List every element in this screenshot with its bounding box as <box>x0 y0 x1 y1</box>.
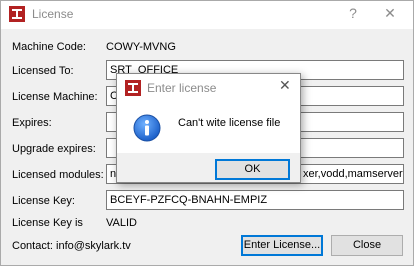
licensed-modules-label: Licensed modules: <box>12 169 104 181</box>
title-bar: License ? ✕ <box>1 1 413 29</box>
dialog-title-bar: Enter license ✕ <box>117 74 300 101</box>
licensed-to-label: Licensed To: <box>12 65 74 77</box>
dialog-close-button[interactable]: ✕ <box>279 77 291 94</box>
license-key-value: BCEYF-PZFCQ-BNAHN-EMPIZ <box>110 194 268 206</box>
window-title: License <box>32 7 74 21</box>
dialog-title: Enter license <box>147 81 217 95</box>
upgrade-expires-label: Upgrade expires: <box>12 143 96 155</box>
licensed-modules-value-right: xer,vodd,mamserver <box>303 168 403 180</box>
dialog-footer: OK <box>117 153 300 182</box>
license-key-label: License Key: <box>12 195 75 207</box>
license-key-field[interactable]: BCEYF-PZFCQ-BNAHN-EMPIZ <box>106 190 404 210</box>
contact-text: Contact: info@skylark.tv <box>12 240 131 252</box>
machine-code-label: Machine Code: <box>12 41 86 53</box>
license-machine-label: License Machine: <box>12 91 98 103</box>
dialog-message: Can't wite license file <box>178 117 281 129</box>
ok-button[interactable]: OK <box>215 159 290 180</box>
window-close-button[interactable]: ✕ <box>383 5 397 22</box>
dialog-body: Can't wite license file <box>117 101 300 153</box>
expires-label: Expires: <box>12 117 52 129</box>
close-button[interactable]: Close <box>331 235 403 256</box>
app-icon <box>9 6 25 22</box>
enter-license-dialog: Enter license ✕ Can't wite license file … <box>116 73 301 183</box>
license-key-status: VALID <box>106 217 137 229</box>
license-key-is-label: License Key is <box>12 217 83 229</box>
dialog-app-icon <box>125 80 141 96</box>
info-icon <box>133 114 161 142</box>
machine-code-value: COWY-MVNG <box>106 41 176 53</box>
help-button[interactable]: ? <box>347 5 359 21</box>
enter-license-button[interactable]: Enter License... <box>241 235 323 256</box>
